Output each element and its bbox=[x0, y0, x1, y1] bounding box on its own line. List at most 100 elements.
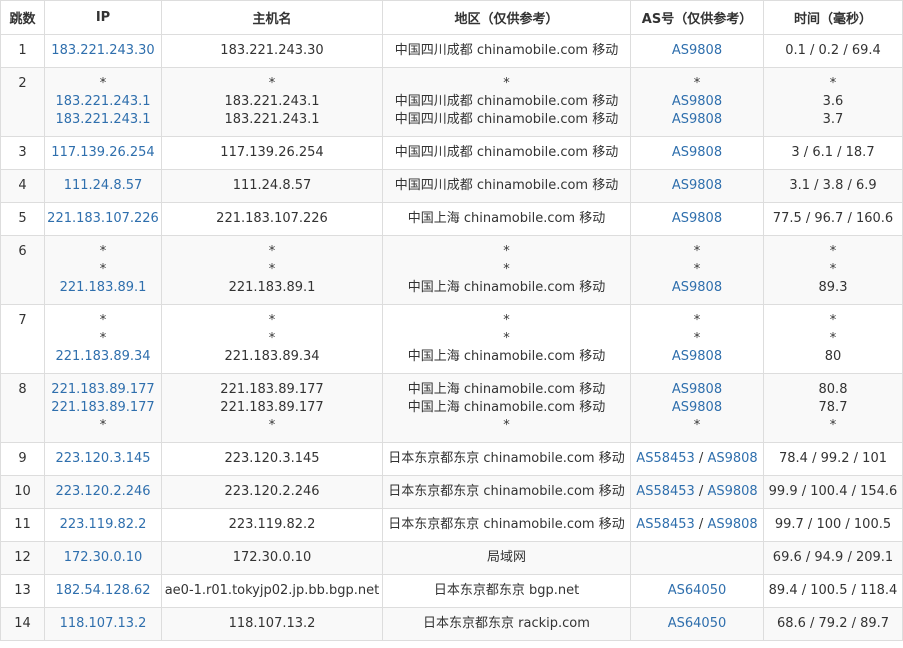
as-line: AS64050 bbox=[633, 615, 761, 633]
region-text: 中国上海 chinamobile.com 移动 bbox=[407, 400, 606, 415]
ip-link[interactable]: 117.139.26.254 bbox=[47, 144, 159, 162]
time-cell: * 3.6 3.7 bbox=[763, 67, 903, 137]
table-row: 2 * 183.221.243.1 183.221.243.1 * 183.221.243… bbox=[0, 67, 903, 137]
as-line: AS9808 bbox=[633, 399, 761, 417]
ip-link[interactable]: 221.183.89.177 bbox=[47, 399, 159, 417]
region-text: 日本东京都东京 chinamobile.com 移动 bbox=[388, 517, 625, 532]
ip-cell: 221.183.107.226 bbox=[44, 202, 162, 236]
time-text: * bbox=[829, 313, 837, 328]
as-link[interactable]: AS64050 bbox=[668, 616, 727, 631]
hostname-text: 183.221.243.1 bbox=[224, 94, 320, 109]
as-link[interactable]: AS9808 bbox=[672, 112, 722, 127]
as-link[interactable]: AS9808 bbox=[672, 400, 722, 415]
time-cell: 80.8 78.7 * bbox=[763, 373, 903, 443]
header-hop: 跳数 bbox=[0, 0, 45, 35]
as-link[interactable]: AS9808 bbox=[672, 382, 722, 397]
header-ip: IP bbox=[44, 0, 162, 35]
time-cell: 99.9 / 100.4 / 154.6 bbox=[763, 475, 903, 509]
table-row: 11 223.119.82.2 223.119.82.2 日本东京都东京 chinam… bbox=[0, 508, 903, 542]
time-cell: 69.6 / 94.9 / 209.1 bbox=[763, 541, 903, 575]
time-cell: 78.4 / 99.2 / 101 bbox=[763, 442, 903, 476]
ip-link[interactable]: 183.221.243.1 bbox=[47, 111, 159, 129]
as-link[interactable]: AS64050 bbox=[668, 583, 727, 598]
as-cell: AS9808 bbox=[630, 169, 764, 203]
hop-cell: 7 bbox=[0, 304, 45, 374]
ip-link[interactable]: 221.183.89.177 bbox=[47, 381, 159, 399]
ip-link[interactable]: 182.54.128.62 bbox=[47, 582, 159, 600]
ip-text: * bbox=[99, 313, 107, 328]
hostname-text: ae0-1.r01.tokyjp02.jp.bb.bgp.net bbox=[164, 583, 380, 598]
as-link[interactable]: AS9808 bbox=[672, 280, 722, 295]
as-line: AS9808 bbox=[633, 381, 761, 399]
time-text: * bbox=[829, 418, 837, 433]
ip-link[interactable]: 221.183.89.34 bbox=[47, 348, 159, 366]
hop-cell: 14 bbox=[0, 607, 45, 641]
time-text: 89.4 / 100.5 / 118.4 bbox=[768, 583, 898, 598]
as-line: AS9808 bbox=[633, 177, 761, 195]
region-text: 中国四川成都 chinamobile.com 移动 bbox=[394, 94, 619, 109]
region-text: 日本东京都东京 chinamobile.com 移动 bbox=[388, 484, 625, 499]
as-link[interactable]: AS58453 bbox=[636, 484, 695, 499]
host-cell: 223.120.2.246 bbox=[161, 475, 383, 509]
as-text: * bbox=[693, 76, 701, 91]
host-cell: 172.30.0.10 bbox=[161, 541, 383, 575]
ip-link[interactable]: 183.221.243.30 bbox=[47, 42, 159, 60]
as-link[interactable]: AS58453 bbox=[636, 451, 695, 466]
hostname-text: 183.221.243.30 bbox=[220, 43, 324, 58]
ip-link[interactable]: 223.120.3.145 bbox=[47, 450, 159, 468]
time-text: 69.6 / 94.9 / 209.1 bbox=[772, 550, 894, 565]
ip-link[interactable]: 223.119.82.2 bbox=[47, 516, 159, 534]
time-text: 78.7 bbox=[818, 400, 848, 415]
as-link[interactable]: AS9808 bbox=[707, 517, 757, 532]
as-cell: AS9808 AS9808 * bbox=[630, 373, 764, 443]
time-text: 3.7 bbox=[822, 112, 844, 127]
region-cell: * * 中国上海 chinamobile.com 移动 bbox=[382, 304, 631, 374]
as-link[interactable]: AS9808 bbox=[707, 451, 757, 466]
region-text: * bbox=[503, 76, 510, 91]
host-cell: 183.221.243.30 bbox=[161, 34, 383, 68]
as-link[interactable]: AS58453 bbox=[636, 517, 695, 532]
traceroute-table: 跳数 IP 主机名 地区（仅供参考） AS号（仅供参考） 时间（毫秒） 1 183… bbox=[0, 0, 903, 641]
hostname-text: * bbox=[268, 262, 276, 277]
as-link[interactable]: AS9808 bbox=[707, 484, 757, 499]
as-link[interactable]: AS9808 bbox=[672, 178, 722, 193]
hostname-text: * bbox=[268, 244, 276, 259]
ip-link[interactable]: 183.221.243.1 bbox=[47, 93, 159, 111]
region-cell: 中国四川成都 chinamobile.com 移动 bbox=[382, 169, 631, 203]
region-text: 中国上海 chinamobile.com 移动 bbox=[407, 382, 606, 397]
host-cell: 221.183.107.226 bbox=[161, 202, 383, 236]
ip-cell: 111.24.8.57 bbox=[44, 169, 162, 203]
ip-link[interactable]: 223.120.2.246 bbox=[47, 483, 159, 501]
as-link[interactable]: AS9808 bbox=[672, 211, 722, 226]
header-region: 地区（仅供参考） bbox=[382, 0, 631, 35]
time-text: 89.3 bbox=[818, 280, 848, 295]
as-cell: AS58453 / AS9808 bbox=[630, 442, 764, 476]
ip-link[interactable]: 172.30.0.10 bbox=[47, 549, 159, 567]
header-as: AS号（仅供参考） bbox=[630, 0, 764, 35]
as-link[interactable]: AS9808 bbox=[672, 43, 722, 58]
as-text: * bbox=[693, 244, 701, 259]
ip-text: * bbox=[99, 262, 107, 277]
as-line: AS9808 bbox=[633, 210, 761, 228]
ip-cell: 223.119.82.2 bbox=[44, 508, 162, 542]
time-cell: * * 89.3 bbox=[763, 235, 903, 305]
table-row: 10 223.120.2.246 223.120.2.246 日本东京都东京 chin… bbox=[0, 475, 903, 509]
ip-link[interactable]: 111.24.8.57 bbox=[47, 177, 159, 195]
as-line: * bbox=[633, 417, 761, 435]
hostname-text: * bbox=[268, 76, 276, 91]
header-time: 时间（毫秒） bbox=[763, 0, 903, 35]
region-cell: * 中国四川成都 chinamobile.com 移动 中国四川成都 chinamo… bbox=[382, 67, 631, 137]
ip-link[interactable]: 221.183.89.1 bbox=[47, 279, 159, 297]
table-row: 13 182.54.128.62 ae0-1.r01.tokyjp02.jp.bb.… bbox=[0, 574, 903, 608]
as-link[interactable]: AS9808 bbox=[672, 349, 722, 364]
hostname-text: 221.183.89.177 bbox=[220, 400, 324, 415]
as-link[interactable]: AS9808 bbox=[672, 145, 722, 160]
table-row: 14 118.107.13.2 118.107.13.2 日本东京都东京 rackip… bbox=[0, 607, 903, 641]
time-cell: 68.6 / 79.2 / 89.7 bbox=[763, 607, 903, 641]
ip-cell: 117.139.26.254 bbox=[44, 136, 162, 170]
ip-link[interactable]: 118.107.13.2 bbox=[47, 615, 159, 633]
as-link[interactable]: AS9808 bbox=[672, 94, 722, 109]
region-text: 中国四川成都 chinamobile.com 移动 bbox=[394, 43, 619, 58]
region-text: 日本东京都东京 rackip.com bbox=[423, 616, 590, 631]
ip-link[interactable]: 221.183.107.226 bbox=[47, 210, 159, 228]
